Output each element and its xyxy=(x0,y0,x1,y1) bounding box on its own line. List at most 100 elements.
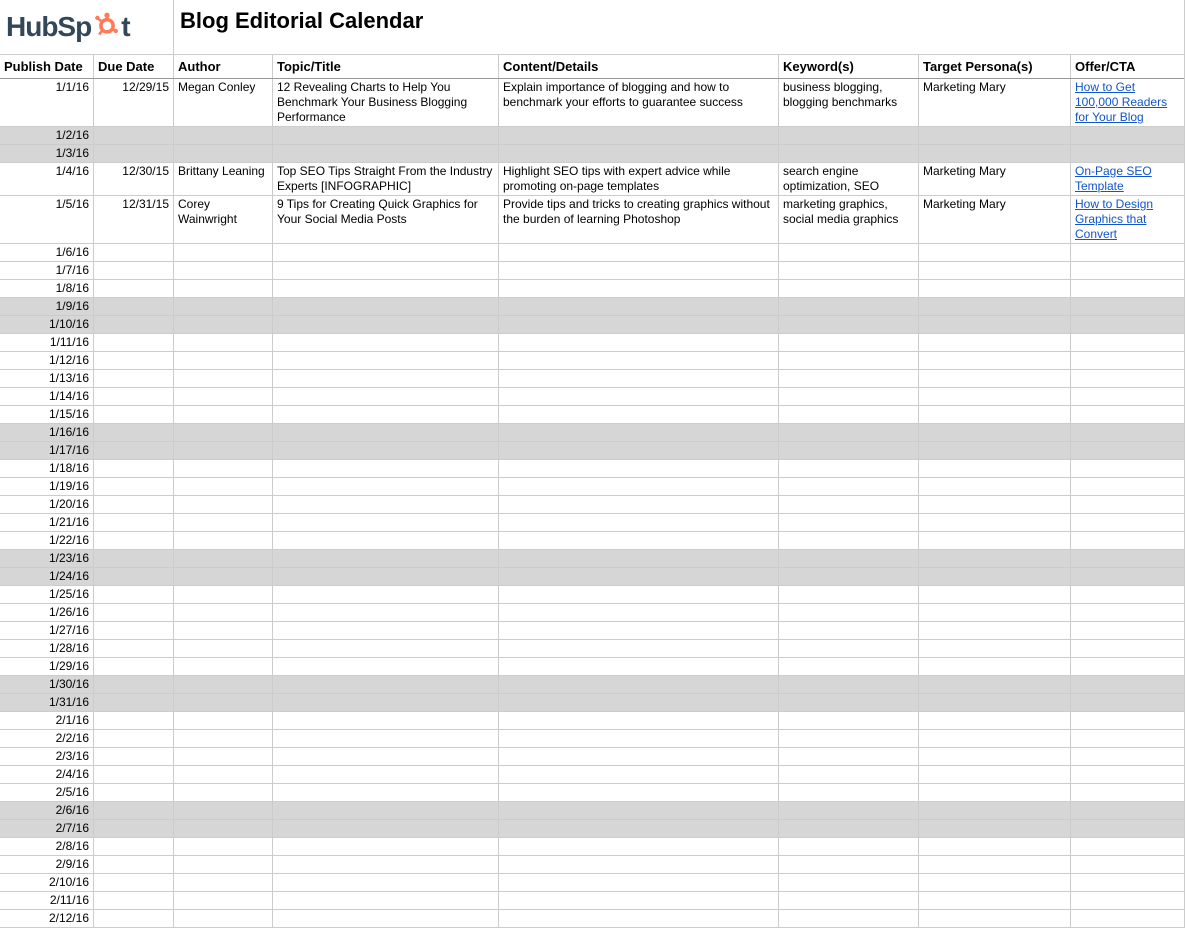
cell-publish-date[interactable]: 1/8/16 xyxy=(0,280,94,297)
cell-author[interactable] xyxy=(174,352,273,369)
cell-content[interactable] xyxy=(499,568,779,585)
cell-due-date[interactable] xyxy=(94,640,174,657)
cell-persona[interactable] xyxy=(919,676,1071,693)
cell-content[interactable] xyxy=(499,910,779,927)
cell-persona[interactable] xyxy=(919,352,1071,369)
cell-persona[interactable] xyxy=(919,514,1071,531)
col-header-due-date[interactable]: Due Date xyxy=(94,55,174,78)
cell-content[interactable] xyxy=(499,388,779,405)
cell-author[interactable] xyxy=(174,622,273,639)
cell-publish-date[interactable]: 1/31/16 xyxy=(0,694,94,711)
cell-content[interactable] xyxy=(499,676,779,693)
cell-author[interactable] xyxy=(174,280,273,297)
cell-due-date[interactable] xyxy=(94,766,174,783)
cell-topic[interactable] xyxy=(273,586,499,603)
cell-content[interactable] xyxy=(499,820,779,837)
cell-author[interactable] xyxy=(174,658,273,675)
cell-topic[interactable] xyxy=(273,766,499,783)
cell-due-date[interactable] xyxy=(94,838,174,855)
cell-due-date[interactable] xyxy=(94,370,174,387)
cell-publish-date[interactable]: 1/14/16 xyxy=(0,388,94,405)
cell-topic[interactable] xyxy=(273,424,499,441)
cell-publish-date[interactable]: 1/23/16 xyxy=(0,550,94,567)
cell-author[interactable] xyxy=(174,838,273,855)
cell-persona[interactable] xyxy=(919,316,1071,333)
cell-persona[interactable] xyxy=(919,802,1071,819)
col-header-keywords[interactable]: Keyword(s) xyxy=(779,55,919,78)
cell-persona[interactable]: Marketing Mary xyxy=(919,196,1071,243)
cell-offer[interactable] xyxy=(1071,532,1184,549)
cell-publish-date[interactable]: 2/5/16 xyxy=(0,784,94,801)
col-header-persona[interactable]: Target Persona(s) xyxy=(919,55,1071,78)
cell-due-date[interactable] xyxy=(94,244,174,261)
cell-due-date[interactable] xyxy=(94,802,174,819)
cell-persona[interactable] xyxy=(919,262,1071,279)
cell-persona[interactable]: Marketing Mary xyxy=(919,79,1071,126)
cell-offer[interactable] xyxy=(1071,388,1184,405)
cell-topic[interactable] xyxy=(273,640,499,657)
cell-persona[interactable] xyxy=(919,406,1071,423)
cell-content[interactable] xyxy=(499,730,779,747)
cell-content[interactable] xyxy=(499,352,779,369)
cell-author[interactable] xyxy=(174,127,273,144)
cell-keywords[interactable] xyxy=(779,892,919,909)
cell-content[interactable] xyxy=(499,712,779,729)
cell-due-date[interactable] xyxy=(94,262,174,279)
col-header-offer[interactable]: Offer/CTA xyxy=(1071,55,1184,78)
cell-content[interactable] xyxy=(499,514,779,531)
cell-author[interactable] xyxy=(174,892,273,909)
cell-keywords[interactable] xyxy=(779,676,919,693)
cell-publish-date[interactable]: 2/1/16 xyxy=(0,712,94,729)
cell-due-date[interactable] xyxy=(94,460,174,477)
cell-due-date[interactable]: 12/31/15 xyxy=(94,196,174,243)
cell-topic[interactable] xyxy=(273,244,499,261)
cell-author[interactable] xyxy=(174,460,273,477)
cell-author[interactable] xyxy=(174,856,273,873)
cell-publish-date[interactable]: 1/16/16 xyxy=(0,424,94,441)
page-title[interactable]: Blog Editorial Calendar xyxy=(174,0,1184,42)
cell-topic[interactable] xyxy=(273,748,499,765)
cell-publish-date[interactable]: 1/20/16 xyxy=(0,496,94,513)
cell-keywords[interactable] xyxy=(779,316,919,333)
cell-topic[interactable] xyxy=(273,370,499,387)
cell-keywords[interactable] xyxy=(779,298,919,315)
cell-keywords[interactable] xyxy=(779,730,919,747)
cell-keywords[interactable] xyxy=(779,820,919,837)
cell-keywords[interactable] xyxy=(779,550,919,567)
cell-topic[interactable] xyxy=(273,622,499,639)
cell-offer[interactable] xyxy=(1071,352,1184,369)
cell-content[interactable] xyxy=(499,874,779,891)
cell-due-date[interactable] xyxy=(94,280,174,297)
cell-publish-date[interactable]: 1/6/16 xyxy=(0,244,94,261)
cell-due-date[interactable] xyxy=(94,658,174,675)
cell-content[interactable] xyxy=(499,127,779,144)
cell-due-date[interactable] xyxy=(94,604,174,621)
cell-persona[interactable] xyxy=(919,280,1071,297)
cell-content[interactable] xyxy=(499,748,779,765)
cell-due-date[interactable] xyxy=(94,145,174,162)
cell-author[interactable]: Megan Conley xyxy=(174,79,273,126)
cell-publish-date[interactable]: 1/11/16 xyxy=(0,334,94,351)
cell-publish-date[interactable]: 1/7/16 xyxy=(0,262,94,279)
cell-keywords[interactable] xyxy=(779,262,919,279)
cell-author[interactable] xyxy=(174,874,273,891)
cell-topic[interactable] xyxy=(273,127,499,144)
cell-keywords[interactable] xyxy=(779,838,919,855)
cell-keywords[interactable] xyxy=(779,145,919,162)
cell-due-date[interactable] xyxy=(94,856,174,873)
cell-offer[interactable] xyxy=(1071,145,1184,162)
cell-persona[interactable] xyxy=(919,838,1071,855)
cell-offer[interactable] xyxy=(1071,640,1184,657)
cell-topic[interactable] xyxy=(273,892,499,909)
cell-keywords[interactable] xyxy=(779,532,919,549)
cell-author[interactable] xyxy=(174,604,273,621)
cell-offer[interactable] xyxy=(1071,802,1184,819)
cell-topic[interactable] xyxy=(273,658,499,675)
cell-due-date[interactable] xyxy=(94,784,174,801)
cell-keywords[interactable] xyxy=(779,658,919,675)
cell-author[interactable] xyxy=(174,316,273,333)
cell-topic[interactable]: 12 Revealing Charts to Help You Benchmar… xyxy=(273,79,499,126)
cell-topic[interactable] xyxy=(273,676,499,693)
cell-author[interactable] xyxy=(174,334,273,351)
cell-content[interactable]: Highlight SEO tips with expert advice wh… xyxy=(499,163,779,195)
